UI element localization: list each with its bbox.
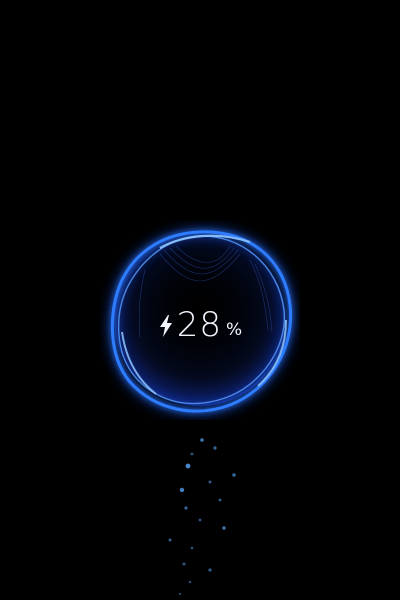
particle <box>185 463 191 469</box>
particle <box>179 487 185 493</box>
particle <box>208 568 212 572</box>
particle <box>182 562 186 566</box>
particle <box>178 592 182 596</box>
particle <box>184 506 188 510</box>
percent-sign: % <box>226 320 243 340</box>
charging-screen: 28 % <box>0 0 400 600</box>
battery-percentage: 28 <box>176 305 223 345</box>
battery-readout: 28 % <box>100 300 300 350</box>
particle <box>200 438 204 442</box>
particle <box>213 446 217 450</box>
particle <box>218 498 222 502</box>
particle <box>168 538 172 542</box>
particle <box>190 452 194 456</box>
particle <box>188 580 192 584</box>
charging-particles <box>168 438 236 596</box>
particle <box>222 526 226 530</box>
lightning-bolt-icon <box>159 315 172 337</box>
particle <box>198 518 202 522</box>
particle <box>232 473 236 477</box>
particle <box>190 546 194 550</box>
particle <box>208 480 212 484</box>
